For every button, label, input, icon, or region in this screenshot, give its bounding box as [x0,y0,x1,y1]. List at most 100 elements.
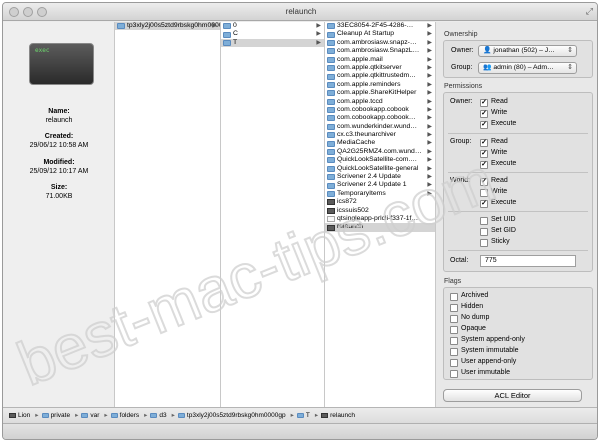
browser-row[interactable]: QuickLookSatellite-general ▶ [325,165,435,173]
path-crumb[interactable]: private [41,408,70,423]
flag-checkbox[interactable]: Opaque [450,324,486,334]
folder-icon [327,23,335,30]
disclosure-arrow-icon: ▶ [427,123,432,130]
browser-row[interactable]: Scrivener 2.4 Update 1 ▶ [325,181,435,189]
browser-row[interactable]: com.apple.qtkitserver ▶ [325,64,435,72]
flag-checkbox[interactable]: System append-only [450,335,525,345]
owner-execute-checkbox[interactable]: ✓ Execute [480,119,516,129]
browser-row[interactable]: 0 ▶ [221,22,324,30]
flag-checkbox[interactable]: Hidden [450,302,483,312]
disclosure-arrow-icon: ▶ [427,98,432,105]
group-icon: 👥 [483,64,494,71]
sticky-checkbox[interactable]: Sticky [480,237,510,247]
flag-label: Archived [461,292,489,299]
group-execute-checkbox[interactable]: ✓ Execute [480,159,516,169]
folder-icon [327,140,335,147]
world-write-checkbox[interactable]: Write [480,187,507,197]
fullscreen-icon[interactable]: ⤢ [586,6,593,17]
disclosure-arrow-icon: ▶ [427,73,432,80]
file-icon [327,199,335,206]
path-crumb[interactable]: tp3xly2j00s5ztd9rbskg0hm0000gp [177,408,286,423]
owner-write-checkbox[interactable]: ✓ Write [480,108,507,118]
browser-column-1[interactable]: tp3xly2j00s5ztd9rbskg0hm0000gp ▶ [115,22,221,407]
browser-row[interactable]: Scrivener 2.4 Update ▶ [325,173,435,181]
browser-row[interactable]: com.apple.qtkittrustedm… ▶ [325,72,435,80]
divider [448,172,588,173]
browser-row-label: com.apple.reminders [337,80,401,88]
world-execute-checkbox[interactable]: ✓ Execute [480,198,516,208]
browser-row[interactable]: QuickLookSatellite-com.… ▶ [325,156,435,164]
window-title: relaunch [285,7,317,16]
browser-row[interactable]: ics872 [325,198,435,206]
browser-row-label: com.apple.ShareKitHelper [337,89,417,97]
browser-row-label: com.ambrosiasw.SnapzL… [337,47,420,55]
path-crumb[interactable]: Lion [9,408,30,423]
sticky-label: Sticky [491,238,510,245]
set-gid-checkbox[interactable]: Set GID [480,226,516,236]
browser-row-label: com.apple.mail [337,55,383,63]
browser-row[interactable]: com.apple.reminders ▶ [325,81,435,89]
set-uid-checkbox[interactable]: Set UID [480,215,516,225]
disclosure-arrow-icon: ▶ [427,165,432,172]
flag-label: User append-only [461,358,517,365]
octal-field[interactable]: 775 [480,255,576,267]
browser-row[interactable]: T ▶ [221,38,324,48]
owner-label: Owner: [451,47,474,54]
name-label: Name: [48,108,70,115]
browser-row[interactable]: TemporaryItems ▶ [325,190,435,198]
flag-checkbox[interactable]: User append-only [450,357,516,367]
acl-editor-button[interactable]: ACL Editor [443,389,582,402]
path-crumb-label: d3 [159,412,167,419]
browser-row[interactable]: com.apple.mail ▶ [325,56,435,64]
disk-icon [9,412,16,418]
exec-icon-label: exec [35,47,50,54]
browser-row[interactable]: cx.c3.theunarchiver ▶ [325,131,435,139]
browser-row[interactable]: com.cobookapp.cobook ▶ [325,106,435,114]
browser-column-2[interactable]: 0 ▶ C ▶ T ▶ [221,22,325,407]
folder-icon [327,149,335,156]
browser-row[interactable]: com.ambrosiasw.SnapzL… ▶ [325,47,435,55]
browser-row[interactable]: tp3xly2j00s5ztd9rbskg0hm0000gp ▶ [115,22,220,31]
browser-row[interactable]: Cleanup At Startup ▶ [325,30,435,38]
world-read-checkbox[interactable]: ✓ Read [480,176,508,186]
browser-row[interactable]: MediaCache ▶ [325,139,435,147]
folder-icon [327,182,335,189]
checkbox-box [450,369,458,378]
flag-checkbox[interactable]: Archived [450,291,488,301]
flag-label: Opaque [461,325,486,332]
file-name: relaunch [45,117,73,124]
flag-checkbox[interactable]: No dump [450,313,489,323]
group-read-checkbox[interactable]: ✓ Read [480,137,508,147]
path-crumb[interactable]: folders [110,408,139,423]
owner-read-checkbox[interactable]: ✓ Read [480,97,508,107]
browser-row[interactable]: relaunch [325,223,435,232]
flag-checkbox[interactable]: System immutable [450,346,519,356]
browser-row[interactable]: com.cobookapp.cobook… ▶ [325,114,435,122]
folder-icon [327,107,335,114]
path-crumb[interactable]: T [296,408,310,423]
browser-column-3[interactable]: 33EC8054-2F45-4286-… ▶ Cleanup At Startup ▶… [325,22,436,407]
group-write-checkbox[interactable]: ✓ Write [480,148,507,158]
checkbox-box: ✓ [480,149,488,158]
browser-row[interactable]: com.apple.tccd ▶ [325,98,435,106]
browser-row[interactable]: qtsingleapp-prlcli-f337-1f… [325,215,435,223]
folder-icon [81,412,89,418]
path-crumb[interactable]: relaunch [321,408,355,423]
browser-row[interactable]: com.wunderkinder.wund… ▶ [325,123,435,131]
execute-label: Execute [491,160,517,167]
path-crumb[interactable]: d3 [150,408,167,423]
group-popup[interactable]: 👥 admin (80) – Adm… ⇕ [478,62,577,74]
browser-row[interactable]: QA2G25RMZ4.com.wund… ▶ [325,148,435,156]
browser-row[interactable]: com.ambrosiasw.snapz-… ▶ [325,39,435,47]
browser-row[interactable]: icssuis502 [325,207,435,215]
path-crumb-label: T [305,412,310,419]
checkbox-box [450,347,458,356]
browser-row[interactable]: 33EC8054-2F45-4286-… ▶ [325,22,435,30]
path-crumb[interactable]: var [81,408,99,423]
owner-popup[interactable]: 👤 jonathan (502) – J… ⇕ [478,45,577,57]
flag-checkbox[interactable]: User immutable [450,368,510,378]
checkbox-box [480,216,488,225]
execute-label: Execute [491,120,517,127]
browser-row[interactable]: C ▶ [221,30,324,38]
browser-row[interactable]: com.apple.ShareKitHelper ▶ [325,89,435,97]
